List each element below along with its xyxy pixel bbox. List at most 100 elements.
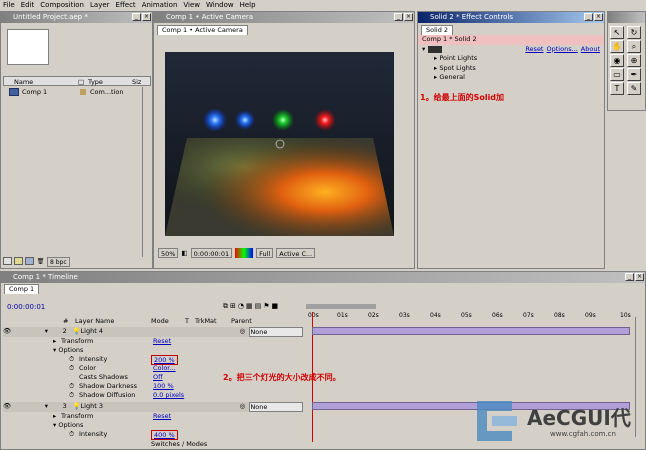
project-item[interactable]: Comp 1 Com...tion	[3, 87, 138, 97]
brush-tool-icon[interactable]: ✎	[627, 82, 641, 95]
menu-effect[interactable]: Effect	[113, 0, 139, 10]
timeline-titlebar: Comp 1 * Timeline _ ×	[1, 272, 645, 283]
layer-name: Light 4	[80, 327, 103, 335]
resolution-select[interactable]: Full	[256, 248, 274, 258]
channel-icon[interactable]	[235, 248, 254, 258]
timeline-footer: Switches / Modes	[151, 439, 207, 449]
effects-breadcrumb: Comp 1 * Solid 2	[418, 35, 604, 45]
col-name[interactable]: Name	[14, 77, 78, 86]
interpret-icon[interactable]	[3, 257, 12, 265]
stopwatch-icon[interactable]: ⏱	[69, 430, 79, 440]
menu-edit[interactable]: Edit	[18, 0, 38, 10]
close-icon[interactable]: ×	[404, 13, 413, 21]
text-tool-icon[interactable]: T	[610, 82, 624, 95]
solo-icon[interactable]: ■	[272, 302, 279, 311]
ruler-label: 01s	[337, 312, 348, 319]
work-area-bar[interactable]	[306, 304, 376, 309]
parent-select[interactable]: None	[249, 327, 304, 337]
shadow-diffusion-value[interactable]: 0.0 pixels	[153, 391, 184, 401]
layer-number: 2	[62, 327, 67, 335]
graph-icon[interactable]: ▤	[255, 302, 262, 311]
layer-row[interactable]: 👁 ▾ 3 💡 Light 3 ◎ None	[3, 402, 304, 412]
visibility-icon[interactable]: 👁	[3, 402, 13, 412]
folder-icon[interactable]	[14, 257, 23, 265]
minimize-icon[interactable]: _	[584, 13, 593, 21]
col-size[interactable]: Siz	[132, 77, 141, 86]
stopwatch-icon[interactable]: ⏱	[69, 391, 79, 401]
bpc-label[interactable]: 8 bpc	[47, 257, 70, 267]
project-footer: 🗑 8 bpc	[3, 257, 70, 267]
menu-view[interactable]: View	[180, 0, 203, 10]
timeline-title: Comp 1 * Timeline	[13, 273, 78, 281]
twirl-down-icon[interactable]: ▾	[45, 402, 53, 412]
visibility-icon[interactable]: 👁	[3, 327, 13, 337]
mask-tool-icon[interactable]: ▭	[610, 68, 624, 81]
effect-group-point-lights[interactable]: ▸ Point Lights	[418, 54, 604, 64]
col-type[interactable]: Type	[88, 77, 132, 86]
zoom-tool-icon[interactable]: ⌕	[627, 40, 641, 53]
view-select[interactable]: Active C...	[276, 248, 316, 258]
menu-help[interactable]: Help	[237, 0, 259, 10]
close-icon[interactable]: ×	[594, 13, 603, 21]
minimize-icon[interactable]: _	[394, 13, 403, 21]
trash-icon[interactable]: 🗑	[36, 257, 45, 267]
comp-map-icon[interactable]: ⧉	[223, 302, 228, 311]
switches-modes-toggle[interactable]: Switches / Modes	[151, 440, 207, 448]
timeline-switch-icons: ⧉ ⊞ ◔ ▦ ▤ ⚑ ■	[223, 302, 278, 311]
ruler-label: 07s	[523, 312, 534, 319]
effects-tab[interactable]: Solid 2	[421, 25, 454, 35]
track-tool-icon[interactable]: ⊕	[627, 54, 641, 67]
new-comp-icon[interactable]	[25, 257, 34, 265]
zoom-select[interactable]: 50%	[158, 248, 179, 258]
selection-tool-icon[interactable]: ↖	[610, 26, 624, 39]
transform-reset[interactable]: Reset	[153, 412, 171, 422]
draft-icon[interactable]: ⊞	[230, 302, 236, 311]
timecode-display[interactable]: 0:00:00:01	[190, 248, 233, 258]
transform-row[interactable]: ▸ Transform Reset	[53, 337, 303, 347]
comp-toolbar: 50% ◧ 0:00:00:01 Full Active C...	[158, 248, 316, 258]
fx-icon[interactable]	[428, 45, 443, 53]
parent-pickwhip-icon[interactable]: ◎	[239, 327, 249, 337]
menu-file[interactable]: File	[0, 0, 18, 10]
col-layer-name[interactable]: Layer Name	[75, 317, 151, 327]
comp-titlebar: Comp 1 • Active Camera _ ×	[154, 12, 414, 23]
effect-group-general[interactable]: ▸ General	[418, 73, 604, 83]
flag-icon[interactable]: ⚑	[263, 302, 269, 311]
menu-window[interactable]: Window	[203, 0, 237, 10]
frame-blend-icon[interactable]: ▦	[246, 302, 253, 311]
menu-animation[interactable]: Animation	[139, 0, 181, 10]
close-icon[interactable]: ×	[635, 273, 644, 281]
minimize-icon[interactable]: _	[625, 273, 634, 281]
timeline-timecode[interactable]: 0:00:00:01	[7, 303, 45, 311]
menu-layer[interactable]: Layer	[87, 0, 113, 10]
menu-composition[interactable]: Composition	[37, 0, 87, 10]
orbit-tool-icon[interactable]: ◉	[610, 54, 624, 67]
time-ruler-bar[interactable]: 00s 01s 02s 03s 04s 05s 06s 07s 08s 09s …	[306, 312, 636, 320]
fx-toggle[interactable]: ▾	[422, 45, 425, 55]
pen-tool-icon[interactable]: ✒	[627, 68, 641, 81]
effect-options-link[interactable]: Options...	[547, 45, 578, 55]
timeline-tab[interactable]: Comp 1	[4, 284, 40, 294]
tools-panel: ↖ ↻ ✋ ⌕ ◉ ⊕ ▭ ✒ T ✎	[607, 11, 646, 111]
minimize-icon[interactable]: _	[132, 13, 141, 21]
snapshot-icon[interactable]: ◧	[181, 248, 187, 258]
transform-reset[interactable]: Reset	[153, 337, 171, 347]
hand-tool-icon[interactable]: ✋	[610, 40, 624, 53]
rotate-tool-icon[interactable]: ↻	[627, 26, 641, 39]
effect-reset-link[interactable]: Reset	[525, 45, 543, 55]
project-scrollbar[interactable]	[142, 87, 151, 257]
transform-row[interactable]: ▸ Transform Reset	[53, 412, 303, 422]
effect-group-spot-lights[interactable]: ▸ Spot Lights	[418, 64, 604, 74]
parent-pickwhip-icon[interactable]: ◎	[239, 402, 249, 412]
close-icon[interactable]: ×	[142, 13, 151, 21]
layer-row[interactable]: 👁 ▾ 2 💡 Light 4 ◎ None	[3, 327, 304, 337]
layer-duration-bar[interactable]	[312, 327, 630, 335]
label-color	[53, 327, 63, 337]
effect-about-link[interactable]: About	[581, 45, 600, 55]
motion-blur-icon[interactable]: ◔	[238, 302, 244, 311]
stopwatch-icon[interactable]: ⏱	[69, 364, 79, 374]
comp-tab[interactable]: Comp 1 • Active Camera	[157, 25, 248, 35]
twirl-down-icon[interactable]: ▾	[45, 327, 53, 337]
parent-select[interactable]: None	[249, 402, 304, 412]
annotation-1: 1。给最上面的Solid加	[420, 93, 505, 102]
